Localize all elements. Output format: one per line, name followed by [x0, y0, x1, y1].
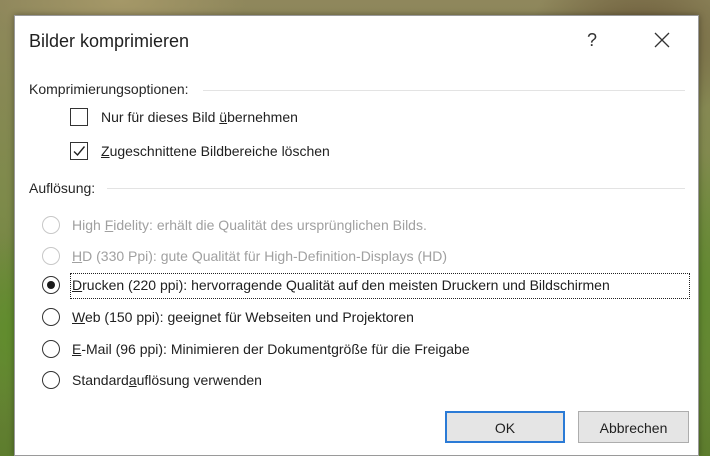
- radio-web-150[interactable]: Web (150 ppi): geeignet für Webseiten un…: [42, 306, 414, 328]
- cancel-button[interactable]: Abbrechen: [578, 411, 689, 443]
- checkbox-box[interactable]: [70, 142, 88, 160]
- checkbox-delete-cropped-areas[interactable]: Zugeschnittene Bildbereiche löschen: [70, 140, 330, 162]
- checkbox-apply-only-this-picture[interactable]: Nur für dieses Bild übernehmen: [70, 106, 298, 128]
- radio-label: Drucken (220 ppi): hervorragende Qualitä…: [72, 277, 610, 293]
- close-icon: [654, 32, 670, 48]
- radio-hd-330[interactable]: HD (330 Ppi): gute Qualität für High-Def…: [42, 245, 447, 267]
- radio-email-96[interactable]: E-Mail (96 ppi): Minimieren der Dokument…: [42, 338, 470, 360]
- checkmark-icon: [73, 146, 86, 157]
- radio-button[interactable]: [42, 276, 60, 294]
- radio-button[interactable]: [42, 340, 60, 358]
- radio-high-fidelity[interactable]: High Fidelity: erhält die Qualität des u…: [42, 214, 427, 236]
- radio-label: Web (150 ppi): geeignet für Webseiten un…: [72, 309, 414, 325]
- resolution-divider: [107, 188, 685, 189]
- checkbox-box[interactable]: [70, 108, 88, 126]
- compression-options-heading: Komprimierungsoptionen:: [29, 81, 189, 97]
- checkbox-label: Zugeschnittene Bildbereiche löschen: [101, 143, 330, 159]
- resolution-heading: Auflösung:: [29, 180, 96, 196]
- help-button[interactable]: ?: [577, 26, 607, 56]
- radio-print-220[interactable]: Drucken (220 ppi): hervorragende Qualitä…: [42, 274, 610, 296]
- checkbox-label: Nur für dieses Bild übernehmen: [101, 109, 298, 125]
- close-button[interactable]: [645, 26, 679, 56]
- dialog-titlebar: Bilder komprimieren ?: [15, 16, 698, 66]
- dialog-title: Bilder komprimieren: [29, 31, 190, 51]
- radio-button[interactable]: [42, 371, 60, 389]
- radio-label: HD (330 Ppi): gute Qualität für High-Def…: [72, 248, 448, 264]
- radio-button[interactable]: [42, 308, 60, 326]
- radio-default-resolution[interactable]: Standardauflösung verwenden: [42, 369, 262, 391]
- compression-divider: [203, 90, 685, 91]
- radio-button[interactable]: [42, 216, 60, 234]
- compress-pictures-dialog: Bilder komprimieren ? Komprimierungsopti…: [14, 15, 699, 456]
- radio-label: Standardauflösung verwenden: [72, 372, 262, 388]
- radio-button[interactable]: [42, 247, 60, 265]
- radio-label: E-Mail (96 ppi): Minimieren der Dokument…: [72, 341, 470, 357]
- radio-selected-dot: [47, 281, 55, 289]
- radio-label: High Fidelity: erhält die Qualität des u…: [72, 217, 427, 233]
- ok-button[interactable]: OK: [445, 411, 565, 443]
